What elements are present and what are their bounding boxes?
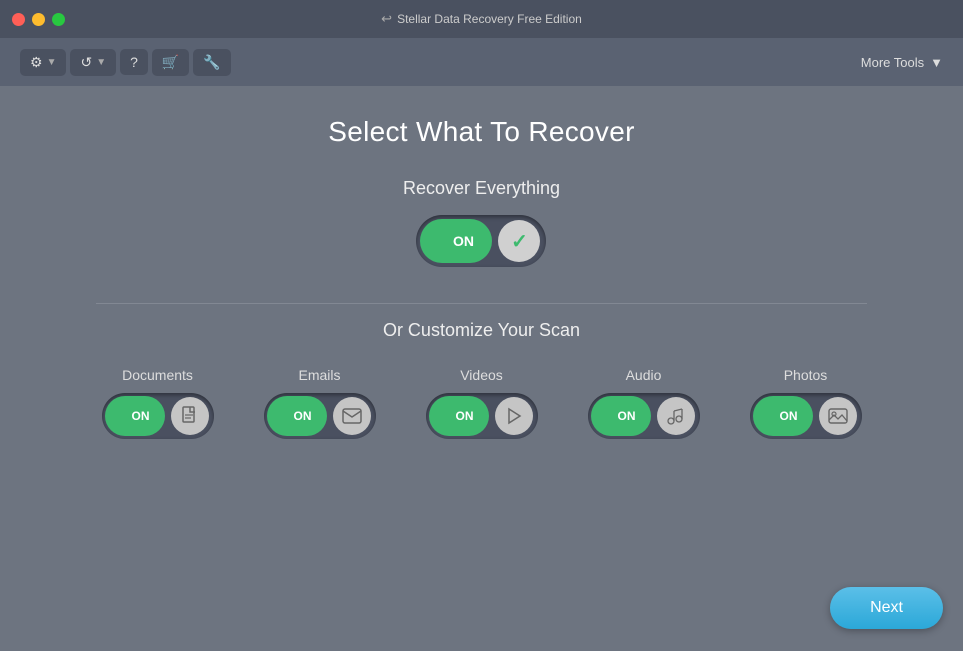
emails-toggle-knob [333, 397, 371, 435]
documents-label: Documents [122, 367, 193, 383]
toggle-green-track: ON [420, 219, 492, 263]
toggle-on-label: ON [453, 233, 474, 249]
documents-toggle-knob [171, 397, 209, 435]
more-tools[interactable]: More Tools ▼ [861, 55, 943, 70]
photos-toggle-on: ON [780, 409, 798, 423]
videos-label: Videos [460, 367, 503, 383]
audio-toggle-on: ON [618, 409, 636, 423]
minimize-button[interactable] [32, 13, 45, 26]
documents-toggle-on: ON [132, 409, 150, 423]
toolbar-left: ⚙ ▼ ↺ ▼ ? 🛒 🔧 [20, 49, 231, 76]
page-title: Select What To Recover [328, 116, 634, 148]
cart-icon: 🛒 [162, 54, 179, 71]
videos-toggle-track: ON [429, 396, 489, 436]
help-button[interactable]: ? [120, 49, 148, 75]
emails-toggle-track: ON [267, 396, 327, 436]
recover-everything-section: Recover Everything ON ✓ [403, 178, 560, 267]
recover-everything-label: Recover Everything [403, 178, 560, 199]
documents-toggle[interactable]: ON [102, 393, 214, 439]
wrench-button[interactable]: 🔧 [193, 49, 230, 76]
app-title: ↩ Stellar Data Recovery Free Edition [381, 11, 582, 27]
videos-toggle-on: ON [456, 409, 474, 423]
refresh-button[interactable]: ↺ ▼ [70, 49, 116, 76]
main-content: Select What To Recover Recover Everythin… [0, 86, 963, 651]
maximize-button[interactable] [52, 13, 65, 26]
audio-icon [666, 406, 686, 426]
settings-button[interactable]: ⚙ ▼ [20, 49, 66, 76]
email-icon [342, 408, 362, 424]
close-button[interactable] [12, 13, 25, 26]
titlebar: ↩ Stellar Data Recovery Free Edition [0, 0, 963, 38]
category-emails: Emails ON [264, 367, 376, 439]
help-icon: ? [130, 54, 138, 70]
category-photos: Photos ON [750, 367, 862, 439]
settings-icon: ⚙ [30, 54, 43, 71]
customize-label: Or Customize Your Scan [383, 320, 580, 341]
next-button[interactable]: Next [830, 587, 943, 629]
photos-label: Photos [784, 367, 828, 383]
category-audio: Audio ON [588, 367, 700, 439]
window-controls [12, 13, 65, 26]
more-tools-label: More Tools [861, 55, 924, 70]
emails-label: Emails [298, 367, 340, 383]
refresh-icon: ↺ [80, 54, 92, 71]
photos-toggle-knob [819, 397, 857, 435]
toolbar: ⚙ ▼ ↺ ▼ ? 🛒 🔧 More Tools ▼ [0, 38, 963, 86]
audio-label: Audio [626, 367, 662, 383]
cart-button[interactable]: 🛒 [152, 49, 189, 76]
category-documents: Documents ON [102, 367, 214, 439]
photo-icon [828, 407, 848, 425]
videos-toggle[interactable]: ON [426, 393, 538, 439]
photos-toggle[interactable]: ON [750, 393, 862, 439]
documents-toggle-track: ON [105, 396, 165, 436]
settings-chevron: ▼ [47, 57, 57, 68]
emails-toggle-on: ON [294, 409, 312, 423]
document-icon [181, 406, 199, 426]
refresh-chevron: ▼ [96, 57, 106, 68]
video-icon [505, 406, 523, 426]
more-tools-chevron: ▼ [930, 55, 943, 70]
photos-toggle-track: ON [753, 396, 813, 436]
audio-toggle-knob [657, 397, 695, 435]
recover-everything-toggle[interactable]: ON ✓ [416, 215, 546, 267]
toggle-knob: ✓ [498, 220, 540, 262]
videos-toggle-knob [495, 397, 533, 435]
emails-toggle[interactable]: ON [264, 393, 376, 439]
categories-list: Documents ON Emails [102, 367, 862, 439]
check-icon: ✓ [511, 229, 528, 254]
section-divider [96, 303, 866, 304]
app-title-text: Stellar Data Recovery Free Edition [397, 12, 582, 26]
category-videos: Videos ON [426, 367, 538, 439]
audio-toggle[interactable]: ON [588, 393, 700, 439]
audio-toggle-track: ON [591, 396, 651, 436]
wrench-icon: 🔧 [203, 54, 220, 71]
back-icon: ↩ [381, 11, 392, 27]
